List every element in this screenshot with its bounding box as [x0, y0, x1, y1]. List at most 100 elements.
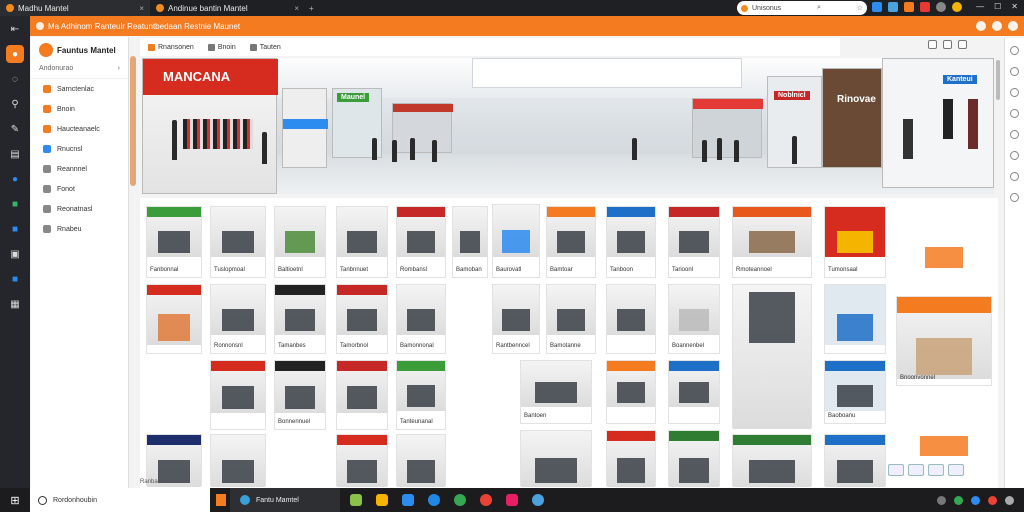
taskbar-active-app[interactable]: Fantu Mamtel: [230, 488, 340, 512]
notifications-icon[interactable]: [992, 21, 1002, 31]
store-card[interactable]: [824, 434, 886, 487]
store-card[interactable]: Bantoen: [520, 360, 592, 424]
chart-icon[interactable]: ■: [6, 195, 24, 213]
store-card[interactable]: [210, 434, 266, 487]
close-icon[interactable]: ✕: [1011, 2, 1018, 11]
sidebar-item[interactable]: Bnoin: [31, 99, 128, 119]
store-card[interactable]: [210, 360, 266, 430]
store-card[interactable]: Tarioonl: [668, 206, 720, 278]
gallery-button[interactable]: [908, 464, 924, 476]
extension-icon[interactable]: [872, 2, 882, 12]
image-icon[interactable]: ▣: [6, 245, 24, 263]
store-card[interactable]: Baurovatl: [492, 204, 540, 278]
calendar-icon[interactable]: ■: [6, 220, 24, 238]
profile-avatar[interactable]: [936, 2, 946, 12]
sidebar-item[interactable]: Sarnctenlac: [31, 79, 128, 99]
store-card[interactable]: Bonnennuel: [274, 360, 326, 430]
save-button[interactable]: [928, 464, 944, 476]
refresh-icon[interactable]: [958, 40, 967, 49]
sidebar-item[interactable]: Rnabeu: [31, 219, 128, 239]
store-card[interactable]: Baoboanu: [824, 360, 886, 424]
globe-icon[interactable]: ●: [6, 170, 24, 188]
toolbar-button[interactable]: Bnoin: [207, 43, 236, 51]
help-icon[interactable]: [1010, 172, 1019, 181]
sidebar-scrollbar[interactable]: [130, 56, 136, 186]
sidebar-item[interactable]: Reonatnasl: [31, 199, 128, 219]
extension-icon[interactable]: [888, 2, 898, 12]
sidebar-item[interactable]: Rnucnsl: [31, 139, 128, 159]
share-icon[interactable]: ⚲: [6, 95, 24, 113]
store-card[interactable]: Tamanbes: [274, 284, 326, 354]
store-card[interactable]: [668, 360, 720, 424]
network-icon[interactable]: [954, 495, 963, 505]
store-card[interactable]: [606, 284, 656, 354]
store-card[interactable]: [732, 284, 812, 429]
store-card[interactable]: Tuslopmoal: [210, 206, 266, 278]
history-icon[interactable]: [1010, 88, 1019, 97]
search-icon[interactable]: [1010, 46, 1019, 55]
store-icon[interactable]: [506, 494, 518, 506]
settings-icon[interactable]: [532, 494, 544, 506]
pinned-app-icon[interactable]: [216, 494, 226, 506]
notification-icon[interactable]: [988, 495, 997, 505]
sidebar-item[interactable]: Haucteanaelc: [31, 119, 128, 139]
edge-icon[interactable]: [428, 494, 440, 506]
add-icon[interactable]: [1010, 193, 1019, 202]
store-card[interactable]: Tamorbnol: [336, 284, 388, 354]
browser-icon[interactable]: [480, 494, 492, 506]
store-card[interactable]: [520, 430, 592, 487]
store-card[interactable]: Bamtoar: [546, 206, 596, 278]
pen-icon[interactable]: ✎: [6, 120, 24, 138]
store-card[interactable]: Ronnonsnl: [210, 284, 266, 354]
mail-icon[interactable]: [402, 494, 414, 506]
store-card[interactable]: [896, 202, 992, 278]
battery-icon[interactable]: [1005, 495, 1014, 505]
store-card[interactable]: [732, 434, 812, 487]
store-card[interactable]: [668, 430, 720, 487]
file-explorer-icon[interactable]: [350, 494, 362, 506]
store-card[interactable]: Fanbonnal: [146, 206, 202, 278]
sidebar-item[interactable]: Fonot: [31, 179, 128, 199]
share-icon[interactable]: [1010, 151, 1019, 160]
store-card[interactable]: Boannenbel: [668, 284, 720, 354]
close-tab-icon[interactable]: ×: [139, 4, 144, 13]
apps-icon[interactable]: ▦: [6, 295, 24, 313]
download-icon[interactable]: [943, 40, 952, 49]
browser-tab-active[interactable]: Madhu Mantel ×: [0, 0, 150, 16]
taskbar-search[interactable]: Rordonhoubin: [30, 488, 210, 512]
search-icon[interactable]: ⌕: [817, 4, 821, 12]
chat-icon[interactable]: ◌: [6, 70, 24, 88]
store-card[interactable]: Tanteunanal: [396, 360, 446, 430]
user-avatar[interactable]: [976, 21, 986, 31]
tray-chevron-icon[interactable]: [937, 495, 946, 505]
new-tab-button[interactable]: +: [309, 4, 314, 13]
store-card[interactable]: Bnoonvonnel: [896, 296, 992, 386]
back-icon[interactable]: ⇤: [6, 20, 24, 38]
chrome-icon[interactable]: [454, 494, 466, 506]
store-card[interactable]: Tanboon: [606, 206, 656, 278]
address-bar[interactable]: Unisonus ⌕ ☆: [737, 1, 867, 15]
store-card[interactable]: Bamotanne: [546, 284, 596, 354]
extension-icon[interactable]: [904, 2, 914, 12]
store-card[interactable]: Rombansl: [396, 206, 446, 278]
store-card[interactable]: Tumonsaal: [824, 206, 886, 278]
folder-icon[interactable]: [376, 494, 388, 506]
store-card[interactable]: [606, 430, 656, 487]
toolbar-button[interactable]: Rnansonen: [148, 43, 194, 51]
browser-tab[interactable]: Andinue bantin Mantel ×: [150, 0, 305, 16]
store-card[interactable]: Baltioetnl: [274, 206, 326, 278]
minimize-icon[interactable]: —: [976, 2, 984, 11]
store-card[interactable]: Bamonnonal: [396, 284, 446, 354]
settings-icon[interactable]: [1010, 130, 1019, 139]
volume-icon[interactable]: [971, 495, 980, 505]
main-scrollbar[interactable]: [996, 60, 1000, 100]
settings-icon[interactable]: [1008, 21, 1018, 31]
close-tab-icon[interactable]: ×: [294, 4, 299, 13]
maximize-icon[interactable]: ☐: [994, 2, 1001, 11]
store-card[interactable]: Rmoteannoel: [732, 206, 812, 278]
list-icon[interactable]: ▤: [6, 145, 24, 163]
home-icon[interactable]: ●: [6, 45, 24, 63]
store-card[interactable]: [336, 360, 388, 430]
chevron-right-icon[interactable]: ›: [118, 65, 120, 72]
windows-start-icon[interactable]: ⊞: [0, 494, 30, 507]
